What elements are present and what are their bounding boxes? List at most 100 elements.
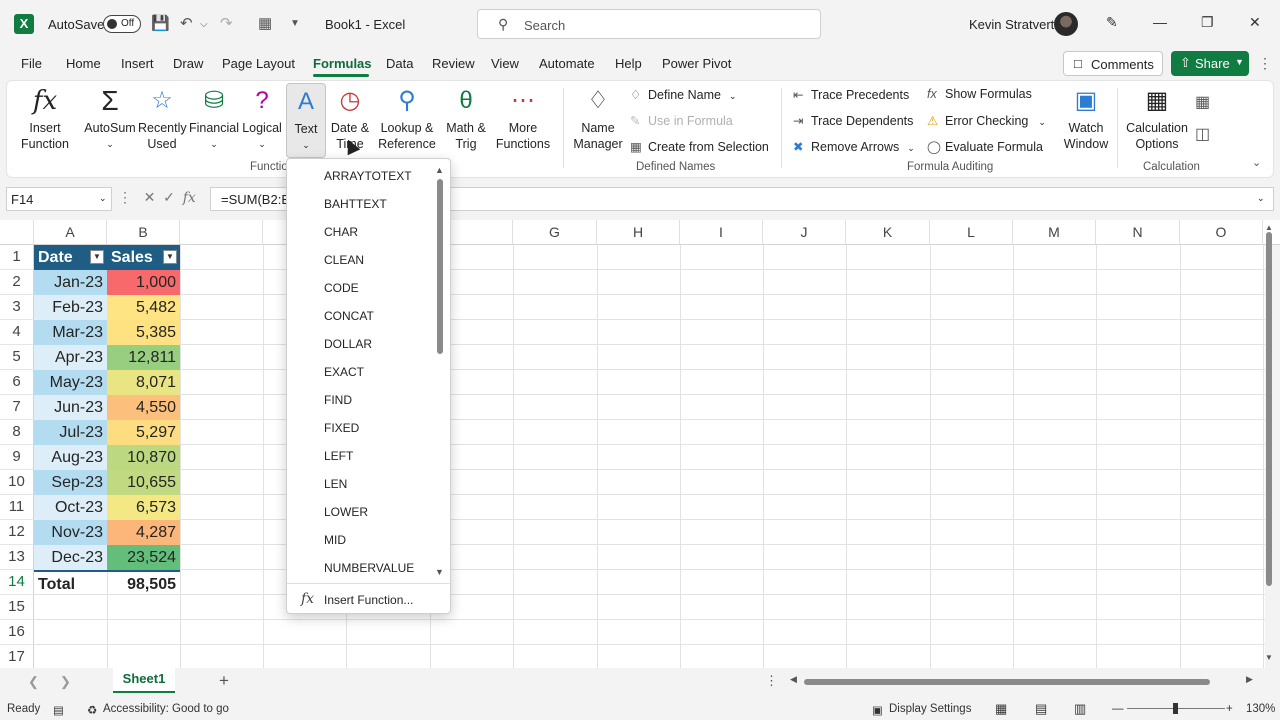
row-header[interactable]: 17 — [0, 645, 34, 670]
tab-page-layout[interactable]: Page Layout — [222, 56, 295, 71]
table-cell-date[interactable]: Mar-23 — [34, 320, 107, 345]
page-break-view-icon[interactable]: ▥ — [1074, 701, 1086, 717]
column-header[interactable]: N — [1096, 220, 1180, 245]
row-header[interactable]: 4 — [0, 320, 34, 345]
tab-power-pivot[interactable]: Power Pivot — [662, 56, 731, 71]
table-cell-date[interactable]: Jun-23 — [34, 395, 107, 420]
menu-scroll-down-icon[interactable]: ▼ — [435, 567, 444, 577]
column-header[interactable] — [180, 220, 263, 245]
horizontal-scroll-thumb[interactable] — [804, 679, 1210, 685]
table-cell-sales[interactable]: 10,870 — [107, 445, 180, 470]
tab-data[interactable]: Data — [386, 56, 413, 71]
share-button[interactable]: ⇧ Share ▼ — [1171, 51, 1249, 76]
menu-item[interactable]: LOWER — [324, 505, 368, 519]
table-cell-sales[interactable]: 6,573 — [107, 495, 180, 520]
row-header[interactable]: 10 — [0, 470, 34, 495]
text-button[interactable]: A Text ⌄ — [286, 83, 326, 158]
calculate-now-icon[interactable]: ▦ — [1195, 92, 1210, 112]
vertical-scrollbar[interactable] — [1266, 232, 1272, 586]
trace-precedents-button[interactable]: ⇤ Trace Precedents — [793, 87, 909, 102]
menu-item[interactable]: CONCAT — [324, 309, 374, 323]
avatar[interactable] — [1054, 12, 1078, 36]
zoom-slider-thumb[interactable] — [1173, 703, 1178, 714]
row-header[interactable]: 3 — [0, 295, 34, 320]
page-layout-view-icon[interactable]: ▤ — [1035, 701, 1047, 717]
customize-toolbar-icon[interactable]: ▼ — [290, 18, 300, 29]
row-header[interactable]: 9 — [0, 445, 34, 470]
table-cell-date[interactable]: Oct-23 — [34, 495, 107, 520]
accessibility-icon[interactable]: ♻ — [87, 703, 97, 717]
table-cell-date[interactable]: Apr-23 — [34, 345, 107, 370]
tab-view[interactable]: View — [491, 56, 519, 71]
insert-function-button[interactable]: fx Insert Function — [14, 86, 76, 152]
undo-dropdown-icon[interactable]: ⌵ — [200, 19, 208, 30]
use-in-formula-button[interactable]: ✎ Use in Formula — [630, 113, 733, 128]
menu-item[interactable]: LEN — [324, 477, 347, 491]
undo-icon[interactable]: ↶ — [180, 14, 193, 32]
menu-item[interactable]: BAHTTEXT — [324, 197, 387, 211]
row-header[interactable]: 8 — [0, 420, 34, 445]
total-value[interactable]: 98,505 — [107, 570, 180, 595]
add-sheet-icon[interactable]: + — [219, 671, 229, 691]
show-formulas-button[interactable]: fx Show Formulas — [927, 87, 1032, 101]
column-header[interactable]: I — [680, 220, 763, 245]
menu-item[interactable]: EXACT — [324, 365, 364, 379]
row-header[interactable]: 1 — [0, 245, 34, 270]
display-settings-icon[interactable]: ▣ — [872, 703, 883, 717]
filter-dropdown-icon[interactable]: ▼ — [163, 250, 177, 264]
row-header[interactable]: 6 — [0, 370, 34, 395]
pen-icon[interactable]: ✎ — [1106, 14, 1118, 31]
save-icon[interactable]: 💾 — [151, 14, 170, 32]
macro-icon[interactable]: ▤ — [53, 703, 64, 717]
more-functions-button[interactable]: ⋯ More Functions — [492, 86, 554, 152]
column-header[interactable]: B — [107, 220, 180, 245]
table-cell-sales[interactable]: 12,811 — [107, 345, 180, 370]
zoom-level[interactable]: 130% — [1246, 703, 1275, 715]
redo-icon[interactable]: ↷ — [220, 14, 233, 32]
create-from-selection-button[interactable]: ▦ Create from Selection — [630, 139, 769, 154]
logical-button[interactable]: ? Logical ⌄ — [240, 86, 284, 152]
menu-insert-function[interactable]: Insert Function... — [324, 593, 413, 607]
close-icon[interactable]: ✕ — [1249, 14, 1261, 31]
comments-button[interactable]: □ Comments — [1063, 51, 1163, 76]
table-cell-sales[interactable]: 4,550 — [107, 395, 180, 420]
form-icon[interactable]: ▦ — [258, 14, 272, 32]
trace-dependents-button[interactable]: ⇥ Trace Dependents — [793, 113, 913, 128]
define-name-button[interactable]: ♢ Define Name ⌄ — [630, 87, 737, 102]
table-cell-sales[interactable]: 10,655 — [107, 470, 180, 495]
table-cell-sales[interactable]: 1,000 — [107, 270, 180, 295]
row-header[interactable]: 7 — [0, 395, 34, 420]
table-cell-sales[interactable]: 23,524 — [107, 545, 180, 570]
row-header[interactable]: 2 — [0, 270, 34, 295]
evaluate-formula-button[interactable]: ◯ Evaluate Formula — [927, 139, 1043, 154]
tab-review[interactable]: Review — [432, 56, 475, 71]
sheet-tab-sheet1[interactable]: Sheet1 — [113, 668, 175, 693]
collapse-ribbon-icon[interactable]: ⌄ — [1252, 156, 1261, 169]
next-sheet-icon[interactable]: ❯ — [60, 674, 71, 690]
table-cell-sales[interactable]: 5,385 — [107, 320, 180, 345]
table-cell-date[interactable]: May-23 — [34, 370, 107, 395]
menu-scroll-up-icon[interactable]: ▲ — [435, 165, 444, 175]
sheet-options-icon[interactable]: ⋮ — [765, 673, 778, 689]
zoom-in-icon[interactable]: + — [1226, 703, 1233, 715]
tab-automate[interactable]: Automate — [539, 56, 595, 71]
scroll-right-icon[interactable]: ▶ — [1246, 674, 1253, 685]
math-trig-button[interactable]: θ Math & Trig — [442, 86, 490, 152]
menu-item[interactable]: CHAR — [324, 225, 358, 239]
name-box[interactable]: F14 ⌄ — [6, 187, 112, 211]
tab-insert[interactable]: Insert — [121, 56, 154, 71]
lookup-reference-button[interactable]: ⚲ Lookup & Reference — [374, 86, 440, 152]
column-header[interactable]: H — [597, 220, 680, 245]
tab-draw[interactable]: Draw — [173, 56, 203, 71]
row-header[interactable]: 12 — [0, 520, 34, 545]
table-cell-sales[interactable]: 4,287 — [107, 520, 180, 545]
financial-button[interactable]: ⛁ Financial ⌄ — [188, 86, 240, 152]
column-header[interactable]: O — [1180, 220, 1263, 245]
menu-scrollbar[interactable] — [437, 179, 443, 354]
autosum-button[interactable]: Σ AutoSum ⌄ — [82, 86, 138, 152]
menu-item[interactable]: CLEAN — [324, 253, 364, 267]
select-all-corner[interactable] — [0, 220, 34, 245]
column-header[interactable]: A — [34, 220, 107, 245]
menu-item[interactable]: NUMBERVALUE — [324, 561, 414, 575]
menu-item[interactable]: CODE — [324, 281, 359, 295]
